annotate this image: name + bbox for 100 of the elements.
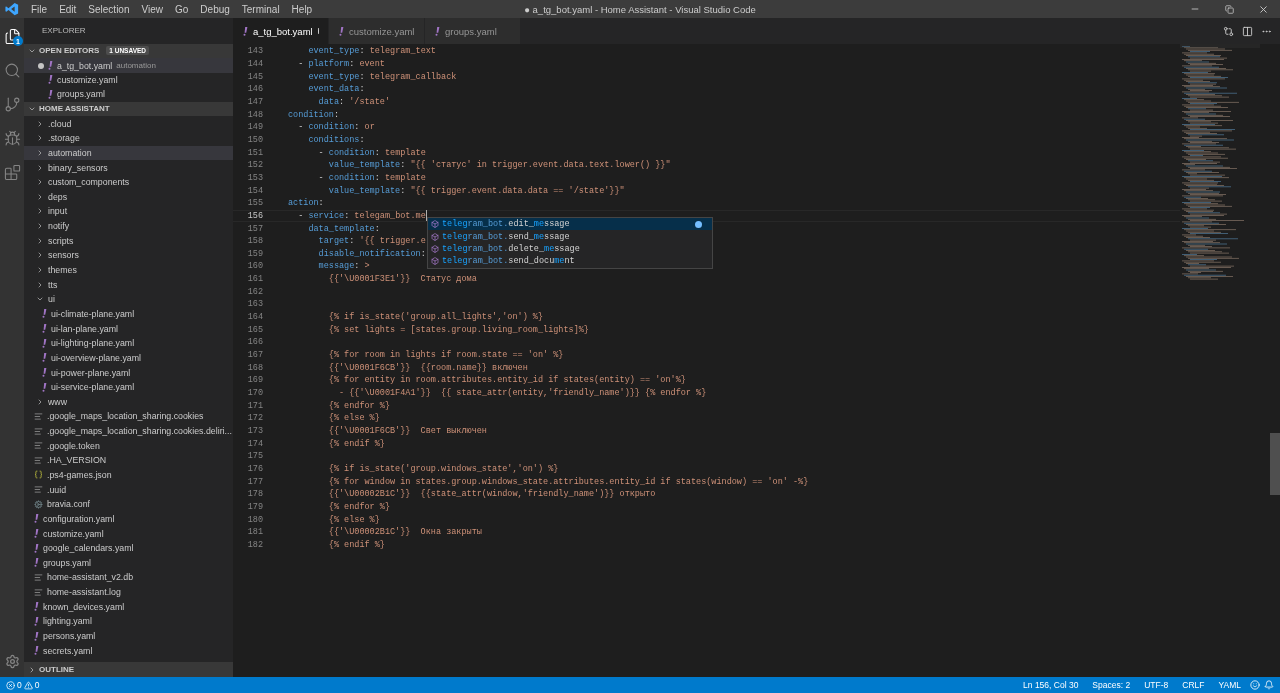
tree-entry[interactable]: ui-service-plane.yaml	[24, 379, 233, 395]
tree-entry[interactable]: secrets.yaml	[24, 643, 233, 658]
line-number: 146	[246, 84, 263, 95]
tree-entry[interactable]: home-assistant_v2.db	[24, 570, 233, 585]
tree-entry[interactable]: persons.yaml	[24, 628, 233, 644]
code-line: disable_notification:	[317, 248, 426, 259]
tree-entry[interactable]: ui-climate-plane.yaml	[24, 306, 233, 322]
compare-icon[interactable]	[1223, 25, 1234, 37]
tree-entry[interactable]: .google_maps_location_sharing.cookies	[24, 409, 233, 424]
status-item[interactable]: YAML	[1213, 680, 1246, 690]
tree-entry[interactable]: known_devices.yaml	[24, 599, 233, 615]
restore-icon[interactable]	[1224, 4, 1234, 14]
tree-entry[interactable]: ui-overview-plane.yaml	[24, 350, 233, 366]
extensions-icon[interactable]	[3, 163, 21, 181]
line-number: 157	[246, 223, 263, 234]
status-item[interactable]: UTF-8	[1139, 680, 1174, 690]
folder-entry[interactable]: scripts	[24, 233, 233, 249]
menu-item[interactable]: Debug	[194, 3, 236, 15]
exclamation-icon	[42, 309, 47, 319]
tree-entry[interactable]: ui-power-plane.yaml	[24, 365, 233, 380]
open-editor-item[interactable]: groups.yaml	[24, 87, 233, 102]
status-item[interactable]: CRLF	[1177, 680, 1210, 690]
editor-tab[interactable]: a_tg_bot.yaml	[233, 18, 329, 44]
error-count[interactable]: 0	[17, 680, 22, 690]
code-line: - {{'\U0001F4A1'}} {{ state_attr(entity,'friendly_name')}} {% endfor %}	[338, 388, 707, 399]
tree-entry[interactable]: .ps4-games.json	[24, 467, 233, 483]
suggestion-item[interactable]: telegram_bot.send_document	[428, 255, 712, 268]
bell-icon[interactable]	[1264, 680, 1274, 690]
tree-entry[interactable]: ui-lan-plane.yaml	[24, 321, 233, 336]
status-item[interactable]: Spaces: 2	[1087, 680, 1136, 690]
line-number: 161	[246, 274, 263, 285]
section-header[interactable]: HOME ASSISTANT	[24, 101, 233, 117]
suggestion-item[interactable]: telegram_bot.edit_message	[428, 218, 712, 231]
tree-entry[interactable]: customize.yaml	[24, 526, 233, 541]
tree-entry[interactable]: bravia.conf	[24, 496, 233, 512]
warning-count[interactable]: 0	[34, 680, 40, 690]
menu-item[interactable]: Go	[169, 3, 195, 15]
line-number: 154	[246, 185, 263, 196]
folder-entry[interactable]: binary_sensors	[24, 160, 233, 175]
settings-icon[interactable]	[4, 654, 20, 669]
tree-entry[interactable]: ui-lighting-plane.yaml	[24, 335, 233, 351]
tree-entry[interactable]: configuration.yaml	[24, 511, 233, 527]
open-editor-item[interactable]: a_tg_bot.yaml automation	[24, 58, 233, 73]
code-line: target: '{{ trigger.e	[317, 236, 426, 247]
code-line: {{'\U0001F6CB'}} {{room.name}} включен	[327, 362, 528, 373]
code-line: {% if is_state('group.windows_state','on') %}	[327, 464, 559, 474]
tree-entry[interactable]: .google_maps_location_sharing.cookies.deliri...	[24, 423, 233, 439]
editor-tab[interactable]: groups.yaml	[425, 18, 521, 44]
menu-item[interactable]: Selection	[82, 3, 136, 15]
suggestion-item[interactable]: telegram_bot.delete_message	[428, 242, 712, 256]
folder-entry[interactable]: tts	[24, 277, 233, 292]
files-icon[interactable]	[3, 27, 21, 45]
exclamation-icon	[42, 368, 47, 377]
tree-entry[interactable]: google_calendars.yaml	[24, 540, 233, 556]
search-icon[interactable]	[3, 61, 21, 79]
tree-entry[interactable]: home-assistant.log	[24, 584, 233, 600]
folder-entry[interactable]: deps	[24, 189, 233, 205]
exclamation-icon	[34, 631, 39, 641]
code-line: action:	[288, 198, 324, 209]
suggestion-item[interactable]: telegram_bot.send_message	[428, 230, 712, 243]
folder-entry[interactable]: automation	[24, 145, 233, 161]
tree-entry[interactable]: groups.yaml	[24, 555, 233, 571]
lines-icon	[34, 455, 43, 465]
folder-entry[interactable]: .cloud	[24, 116, 233, 131]
menu-item[interactable]: Edit	[53, 3, 83, 15]
smiley-icon[interactable]	[1250, 680, 1260, 690]
tree-entry[interactable]: .HA_VERSION	[24, 453, 233, 468]
section-header[interactable]: OUTLINE	[24, 662, 233, 677]
debug-icon[interactable]	[3, 129, 21, 147]
tree-entry[interactable]: .uuid	[24, 482, 233, 497]
close-icon[interactable]	[1257, 3, 1269, 15]
folder-entry[interactable]: themes	[24, 262, 233, 278]
line-number: 178	[246, 489, 263, 500]
open-editor-item[interactable]: customize.yaml	[24, 72, 233, 88]
folder-entry[interactable]: sensors	[24, 248, 233, 263]
line-number: 182	[246, 539, 263, 550]
menu-item[interactable]: Terminal	[235, 3, 286, 15]
scrollbar-thumb[interactable]	[1270, 433, 1280, 495]
line-number: 173	[246, 426, 263, 436]
git-icon[interactable]	[3, 95, 21, 113]
info-icon[interactable]	[695, 220, 702, 228]
status-item[interactable]: Ln 156, Col 30	[1018, 680, 1084, 690]
tree-entry[interactable]: .google.token	[24, 438, 233, 454]
folder-entry[interactable]: input	[24, 204, 233, 219]
code-line: value_template: "{{ 'статус' in trigger.event.data.text.lower() }}"	[327, 160, 671, 171]
menu-item[interactable]: File	[25, 3, 54, 15]
lines-icon	[34, 572, 43, 582]
editor-tab[interactable]: customize.yaml	[329, 18, 425, 44]
exclamation-icon	[34, 543, 39, 553]
line-number: 149	[246, 122, 263, 133]
folder-entry[interactable]: ui	[24, 292, 233, 307]
folder-entry[interactable]: notify	[24, 218, 233, 234]
folder-entry[interactable]: custom_components	[24, 174, 233, 190]
split-editor-icon[interactable]	[1242, 25, 1253, 37]
menu-item[interactable]: Help	[285, 3, 319, 15]
folder-entry[interactable]: .storage	[24, 130, 233, 146]
tree-entry[interactable]: lighting.yaml	[24, 614, 233, 629]
menu-item[interactable]: View	[135, 3, 169, 15]
folder-entry[interactable]: www	[24, 394, 233, 410]
method-icon	[431, 257, 439, 266]
